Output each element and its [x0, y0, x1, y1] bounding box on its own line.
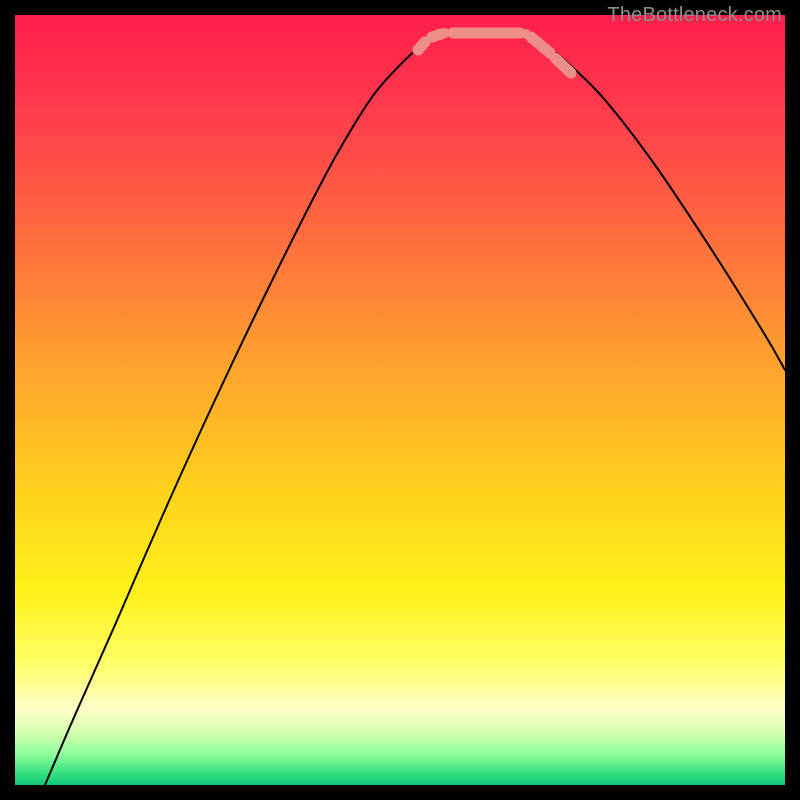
chart-plot-area	[15, 15, 785, 785]
marker-seg-1	[432, 34, 441, 37]
marker-seg-0	[418, 42, 425, 50]
bottleneck-chart	[15, 15, 785, 785]
watermark-label: TheBottleneck.com	[607, 4, 782, 27]
gradient-background	[15, 15, 785, 785]
marker-dot-0	[440, 28, 450, 38]
marker-dot-1	[521, 29, 531, 39]
